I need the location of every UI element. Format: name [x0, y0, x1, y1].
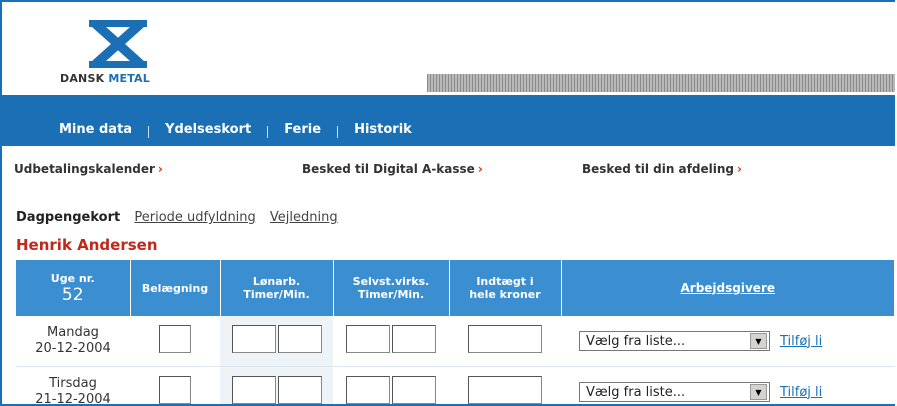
- nav-item-ydelseskort[interactable]: Ydelseskort: [165, 122, 251, 137]
- arrow-right-icon: ›: [477, 162, 483, 176]
- arrow-right-icon: ›: [736, 162, 742, 176]
- col-header-arbejdsgivere[interactable]: Arbejdsgivere: [561, 260, 895, 316]
- nav-separator: [337, 125, 339, 138]
- tilfoej-link[interactable]: Tilføj li: [780, 334, 822, 349]
- table-header-row: Uge nr. 52 Belægning Lønarb. Timer/Min. Se…: [16, 260, 895, 316]
- logo-wordmark: DANSK METAL: [60, 72, 150, 85]
- page-frame: DANSK METAL Mine data Ydelseskort Ferie …: [0, 0, 895, 406]
- chevron-down-icon[interactable]: ▼: [750, 384, 767, 401]
- day-cell: Tirsdag 21-12-2004: [16, 366, 130, 404]
- week-header: Uge nr. 52: [16, 260, 131, 316]
- lonarb-hours-input[interactable]: [231, 376, 276, 404]
- indtaegt-input[interactable]: [468, 376, 542, 404]
- table-row: Tirsdag 21-12-2004 Vælg fra liste... ▼ Tilf…: [16, 366, 895, 404]
- chevron-down-icon[interactable]: ▼: [750, 333, 767, 350]
- subnav-udbetalingskalender[interactable]: Udbetalingskalender ›: [14, 162, 163, 176]
- subnav-besked-afdeling[interactable]: Besked til din afdeling ›: [582, 162, 742, 176]
- tab-vejledning[interactable]: Vejledning: [270, 210, 338, 225]
- nav-item-ferie[interactable]: Ferie: [284, 122, 321, 137]
- lonarb-minutes-input[interactable]: [277, 376, 322, 404]
- selvst-hours-input[interactable]: [346, 376, 390, 404]
- lonarb-minutes-input[interactable]: [277, 325, 322, 353]
- dansk-metal-logo[interactable]: DANSK METAL: [60, 20, 180, 85]
- col-header-lonarb: Lønarb. Timer/Min.: [220, 260, 334, 316]
- selvst-minutes-input[interactable]: [392, 325, 436, 353]
- col-header-indtaegt: Indtægt i hele kroner: [449, 260, 562, 316]
- belaegning-input[interactable]: [159, 376, 191, 404]
- table-row: Mandag 20-12-2004 Vælg fra liste... ▼ Tilfø…: [16, 316, 895, 367]
- arbejdsgiver-select[interactable]: Vælg fra liste... ▼: [579, 331, 770, 352]
- nav-item-historik[interactable]: Historik: [354, 122, 412, 137]
- subnav-besked-digital-a-kasse[interactable]: Besked til Digital A-kasse ›: [302, 162, 483, 176]
- person-name: Henrik Andersen: [16, 236, 158, 254]
- nav-separator: [148, 125, 150, 138]
- logo-mark-icon: [89, 20, 147, 68]
- col-header-belaegning: Belægning: [130, 260, 221, 316]
- tab-bar: Dagpengekort Periode udfyldning Vejledni…: [16, 210, 348, 225]
- day-cell: Mandag 20-12-2004: [16, 316, 130, 367]
- tab-dagpengekort[interactable]: Dagpengekort: [16, 210, 120, 225]
- week-number: 52: [61, 284, 84, 305]
- tab-periode-udfyldning[interactable]: Periode udfyldning: [134, 210, 255, 225]
- tilfoej-link[interactable]: Tilføj li: [780, 385, 822, 400]
- arbejdsgiver-select[interactable]: Vælg fra liste... ▼: [579, 382, 770, 403]
- lonarb-hours-input[interactable]: [231, 325, 276, 353]
- selvst-hours-input[interactable]: [346, 325, 390, 353]
- col-header-selvst: Selvst.virks. Timer/Min.: [333, 260, 450, 316]
- dagpengekort-table: Uge nr. 52 Belægning Lønarb. Timer/Min. Se…: [16, 260, 895, 404]
- nav-separator: [267, 125, 269, 138]
- arrow-right-icon: ›: [157, 162, 163, 176]
- main-nav: Mine data Ydelseskort Ferie Historik: [2, 95, 895, 146]
- belaegning-input[interactable]: [159, 325, 191, 353]
- selvst-minutes-input[interactable]: [392, 376, 436, 404]
- indtaegt-input[interactable]: [468, 325, 542, 353]
- decorative-banner: [427, 74, 895, 92]
- nav-item-mine-data[interactable]: Mine data: [59, 122, 132, 137]
